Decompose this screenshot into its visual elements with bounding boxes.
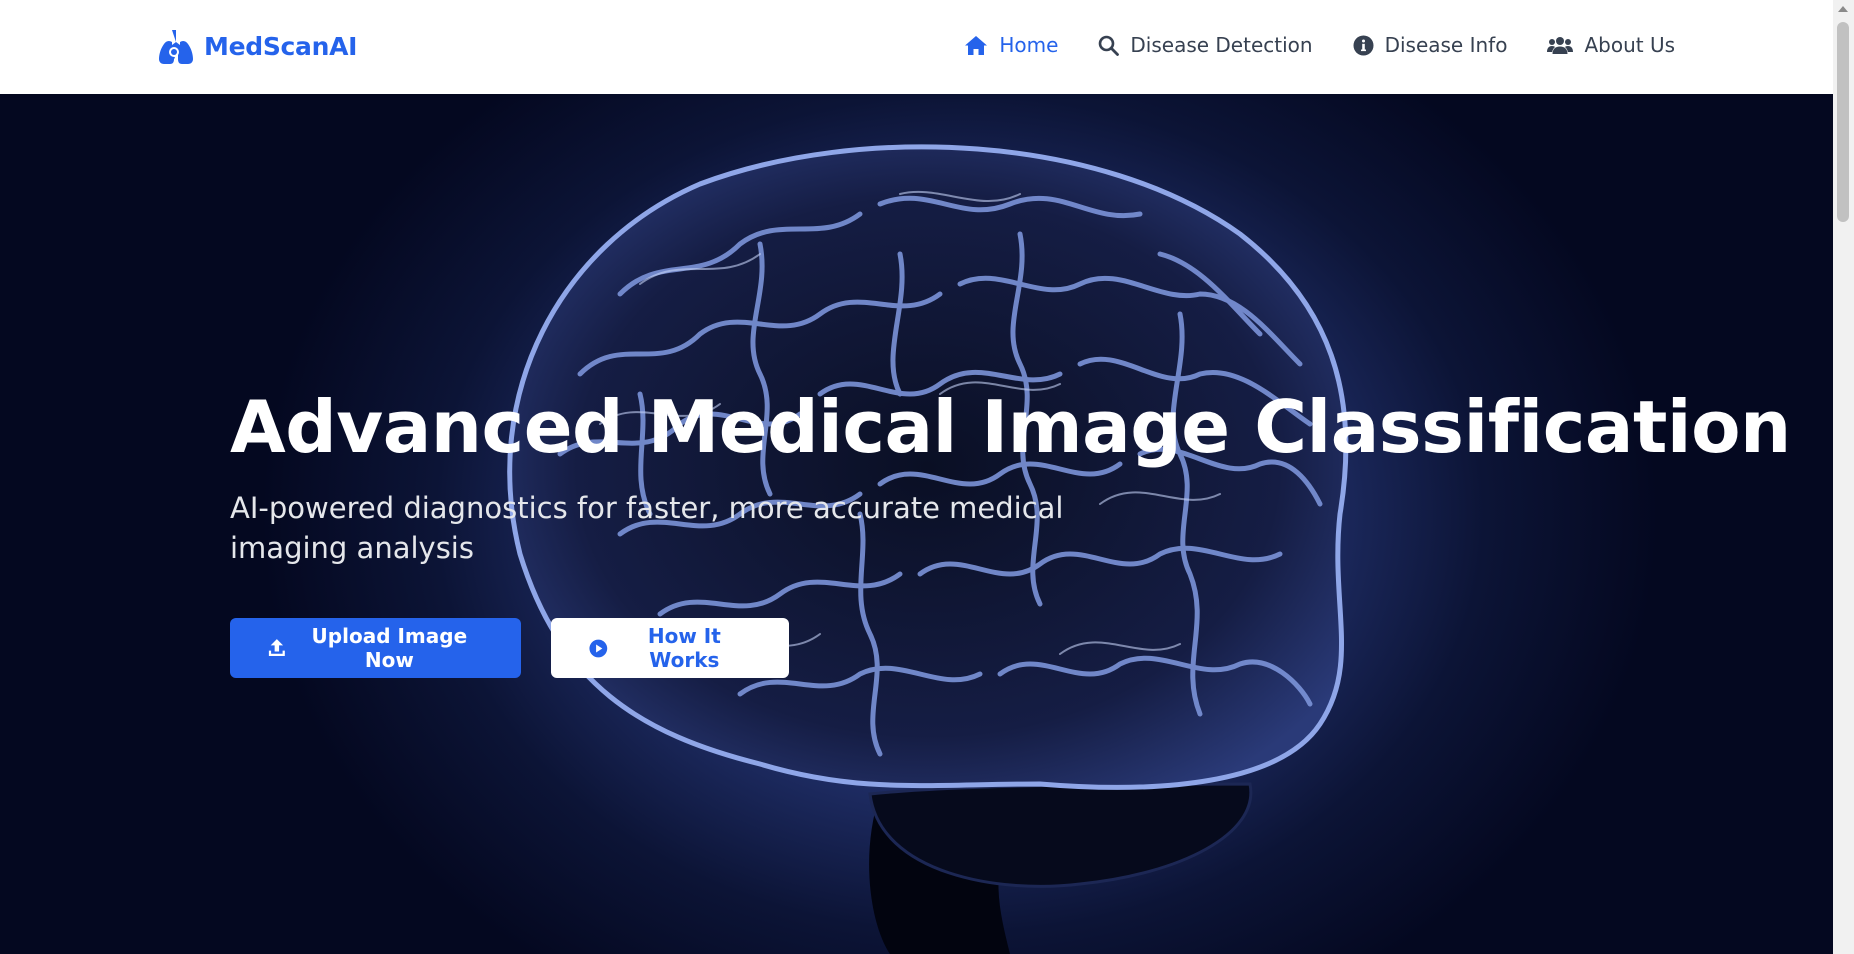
scroll-up-arrow-icon[interactable]	[1838, 6, 1848, 12]
scrollbar-thumb[interactable]	[1837, 22, 1849, 222]
users-icon	[1547, 36, 1574, 54]
page: MedScanAI Home Disease Detection Disease…	[0, 0, 1854, 954]
hero-title: Advanced Medical Image Classification	[230, 385, 1791, 469]
navbar: MedScanAI Home Disease Detection Disease…	[0, 0, 1833, 94]
nav-item-about-us[interactable]: About Us	[1547, 33, 1675, 57]
upload-image-button-label: Upload Image Now	[311, 624, 468, 673]
info-circle-icon	[1353, 35, 1374, 55]
nav-item-disease-info[interactable]: Disease Info	[1353, 33, 1508, 57]
nav-item-home[interactable]: Home	[964, 33, 1058, 57]
upload-image-button[interactable]: Upload Image Now	[230, 618, 521, 679]
how-it-works-button-label: How It Works	[647, 624, 721, 673]
nav-item-label: Disease Info	[1384, 33, 1508, 57]
play-circle-icon	[589, 639, 608, 658]
nav-item-disease-detection[interactable]: Disease Detection	[1098, 33, 1313, 57]
brand-logo-link[interactable]: MedScanAI	[154, 26, 357, 66]
page-scrollbar[interactable]	[1833, 0, 1854, 954]
hero-buttons: Upload Image Now How It Works	[230, 618, 1630, 679]
nav-item-label: Disease Detection	[1130, 33, 1313, 57]
lungs-virus-icon	[159, 30, 193, 64]
search-icon	[1099, 35, 1120, 56]
how-it-works-button[interactable]: How It Works	[551, 618, 789, 679]
nav-item-label: About Us	[1584, 33, 1675, 57]
upload-icon	[268, 639, 285, 657]
home-icon	[965, 35, 988, 55]
hero-section: Advanced Medical Image Classification AI…	[0, 94, 1833, 954]
main-nav: Home Disease Detection Disease Info Abou…	[964, 28, 1675, 62]
nav-item-label: Home	[999, 33, 1059, 57]
brand-name: MedScanAI	[204, 31, 358, 61]
hero-content: Advanced Medical Image Classification AI…	[230, 384, 1791, 679]
hero-subtitle: AI-powered diagnostics for faster, more …	[230, 491, 1064, 566]
